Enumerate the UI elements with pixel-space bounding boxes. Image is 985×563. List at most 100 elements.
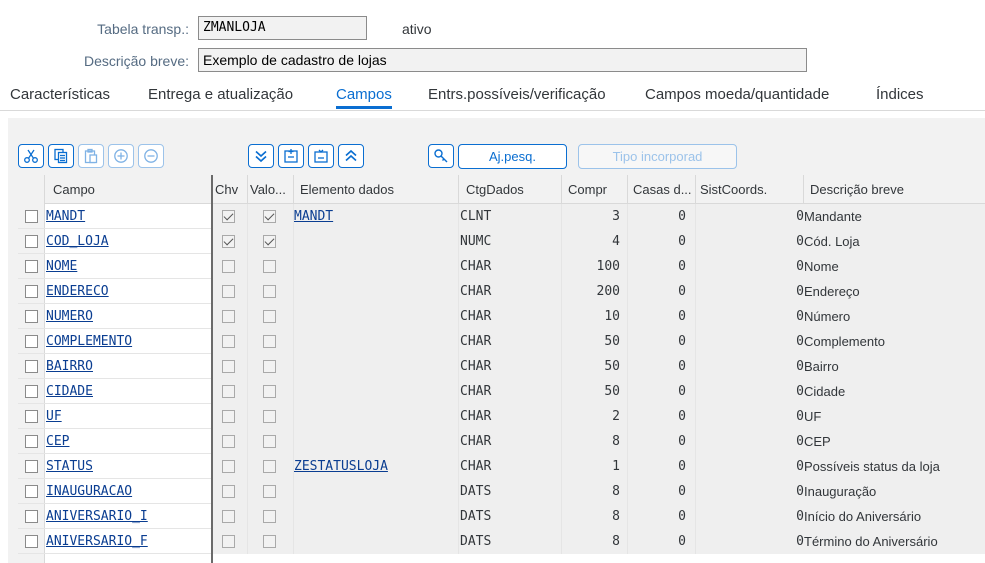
column-header-coordinate[interactable]: SistCoords. bbox=[696, 175, 804, 204]
table-row[interactable]: NUMERO CHAR 10 0 0 Número bbox=[18, 304, 985, 329]
key-checkbox[interactable] bbox=[222, 485, 235, 498]
data-element-cell[interactable] bbox=[294, 504, 459, 529]
data-element-cell[interactable] bbox=[294, 229, 459, 254]
field-name-cell[interactable]: NOME bbox=[45, 254, 212, 279]
copy-icon[interactable] bbox=[48, 144, 74, 168]
row-select-checkbox[interactable] bbox=[25, 510, 38, 523]
key-checkbox[interactable] bbox=[222, 360, 235, 373]
data-element-cell[interactable] bbox=[294, 379, 459, 404]
field-name-cell[interactable]: CEP bbox=[45, 429, 212, 454]
field-name-cell[interactable]: MANDT bbox=[45, 204, 212, 229]
data-element-cell[interactable] bbox=[294, 404, 459, 429]
field-name-link[interactable]: STATUS bbox=[46, 459, 93, 474]
key-checkbox[interactable] bbox=[222, 385, 235, 398]
collapse-all-icon[interactable] bbox=[338, 144, 364, 168]
search-help-button[interactable]: Aj.pesq. bbox=[458, 144, 567, 169]
table-row[interactable]: ENDERECO CHAR 200 0 0 Endereço bbox=[18, 279, 985, 304]
table-name-field[interactable]: ZMANLOJA bbox=[198, 16, 367, 40]
data-element-cell[interactable] bbox=[294, 279, 459, 304]
initial-values-checkbox[interactable] bbox=[263, 235, 276, 248]
short-description-field[interactable]: Exemplo de cadastro de lojas bbox=[198, 48, 807, 72]
row-select-checkbox[interactable] bbox=[25, 235, 38, 248]
data-element-link[interactable]: MANDT bbox=[294, 209, 333, 224]
tab-currency-quantity-fields[interactable]: Campos moeda/quantidade bbox=[645, 86, 829, 103]
initial-values-checkbox[interactable] bbox=[263, 310, 276, 323]
row-select-checkbox[interactable] bbox=[25, 435, 38, 448]
initial-values-checkbox[interactable] bbox=[263, 210, 276, 223]
tab-fields[interactable]: Campos bbox=[336, 86, 392, 109]
table-row[interactable]: ANIVERSARIO_I DATS 8 0 0 Início do Aniversári… bbox=[18, 504, 985, 529]
table-row[interactable]: BAIRRO CHAR 50 0 0 Bairro bbox=[18, 354, 985, 379]
field-name-cell[interactable]: STATUS bbox=[45, 454, 212, 479]
insert-structure-icon[interactable] bbox=[278, 144, 304, 168]
field-name-cell[interactable]: BAIRRO bbox=[45, 354, 212, 379]
row-select-checkbox[interactable] bbox=[25, 360, 38, 373]
key-checkbox[interactable] bbox=[222, 210, 235, 223]
table-row[interactable]: INAUGURACAO DATS 8 0 0 Inauguração bbox=[18, 479, 985, 504]
initial-values-checkbox[interactable] bbox=[263, 485, 276, 498]
data-element-cell[interactable]: MANDT bbox=[294, 204, 459, 229]
row-select-checkbox[interactable] bbox=[25, 285, 38, 298]
table-row[interactable]: CIDADE CHAR 50 0 0 Cidade bbox=[18, 379, 985, 404]
field-name-link[interactable]: INAUGURACAO bbox=[46, 484, 132, 499]
key-checkbox[interactable] bbox=[222, 510, 235, 523]
initial-values-checkbox[interactable] bbox=[263, 260, 276, 273]
row-select-checkbox[interactable] bbox=[25, 485, 38, 498]
column-header-short-description[interactable]: Descrição breve bbox=[804, 175, 985, 204]
key-checkbox[interactable] bbox=[222, 535, 235, 548]
data-element-cell[interactable] bbox=[294, 479, 459, 504]
field-name-link[interactable]: ANIVERSARIO_I bbox=[46, 509, 148, 524]
row-select-checkbox[interactable] bbox=[25, 260, 38, 273]
data-element-cell[interactable] bbox=[294, 529, 459, 554]
column-header-initial-values[interactable]: Valo... bbox=[248, 175, 294, 204]
field-name-link[interactable]: NOME bbox=[46, 259, 77, 274]
data-element-cell[interactable] bbox=[294, 354, 459, 379]
initial-values-checkbox[interactable] bbox=[263, 535, 276, 548]
initial-values-checkbox[interactable] bbox=[263, 360, 276, 373]
table-row[interactable]: ANIVERSARIO_F DATS 8 0 0 Término do Aniversár… bbox=[18, 529, 985, 554]
field-name-link[interactable]: UF bbox=[46, 409, 62, 424]
row-select-checkbox[interactable] bbox=[25, 335, 38, 348]
insert-row-icon[interactable] bbox=[108, 144, 134, 168]
key-checkbox[interactable] bbox=[222, 310, 235, 323]
field-name-link[interactable]: COMPLEMENTO bbox=[46, 334, 132, 349]
field-name-link[interactable]: CIDADE bbox=[46, 384, 93, 399]
field-name-cell[interactable]: COD_LOJA bbox=[45, 229, 212, 254]
table-row[interactable]: UF CHAR 2 0 0 UF bbox=[18, 404, 985, 429]
initial-values-checkbox[interactable] bbox=[263, 410, 276, 423]
field-name-cell[interactable]: ENDERECO bbox=[45, 279, 212, 304]
row-select-checkbox[interactable] bbox=[25, 460, 38, 473]
column-header-decimals[interactable]: Casas d... bbox=[628, 175, 696, 204]
column-header-length[interactable]: Compr bbox=[562, 175, 628, 204]
tab-characteristics[interactable]: Características bbox=[10, 86, 110, 103]
column-header-field[interactable]: Campo bbox=[45, 175, 212, 204]
column-header-key[interactable]: Chv bbox=[212, 175, 248, 204]
initial-values-checkbox[interactable] bbox=[263, 385, 276, 398]
field-name-link[interactable]: BAIRRO bbox=[46, 359, 93, 374]
table-row[interactable]: CEP CHAR 8 0 0 CEP bbox=[18, 429, 985, 454]
field-name-cell[interactable]: NUMERO bbox=[45, 304, 212, 329]
column-header-data-type[interactable]: CtgDados bbox=[459, 175, 562, 204]
field-name-link[interactable]: CEP bbox=[46, 434, 69, 449]
field-name-link[interactable]: ANIVERSARIO_F bbox=[46, 534, 148, 549]
key-checkbox[interactable] bbox=[222, 435, 235, 448]
field-name-cell[interactable]: ANIVERSARIO_F bbox=[45, 529, 212, 554]
table-row[interactable]: NOME CHAR 100 0 0 Nome bbox=[18, 254, 985, 279]
tab-indexes[interactable]: Índices bbox=[876, 86, 924, 103]
table-row[interactable]: MANDT MANDT CLNT 3 0 0 Mandante bbox=[18, 204, 985, 229]
data-element-cell[interactable] bbox=[294, 329, 459, 354]
paste-icon[interactable] bbox=[78, 144, 104, 168]
field-name-cell[interactable]: CIDADE bbox=[45, 379, 212, 404]
delete-row-icon[interactable] bbox=[138, 144, 164, 168]
initial-values-checkbox[interactable] bbox=[263, 335, 276, 348]
key-checkbox[interactable] bbox=[222, 410, 235, 423]
table-row[interactable]: COMPLEMENTO CHAR 50 0 0 Complemento bbox=[18, 329, 985, 354]
row-select-checkbox[interactable] bbox=[25, 385, 38, 398]
expand-all-icon[interactable] bbox=[248, 144, 274, 168]
column-header-data-element[interactable]: Elemento dados bbox=[294, 175, 459, 204]
table-row[interactable]: STATUS ZESTATUSLOJA CHAR 1 0 0 Possíveis statu… bbox=[18, 454, 985, 479]
row-select-checkbox[interactable] bbox=[25, 210, 38, 223]
field-name-link[interactable]: MANDT bbox=[46, 209, 85, 224]
initial-values-checkbox[interactable] bbox=[263, 435, 276, 448]
key-checkbox[interactable] bbox=[222, 285, 235, 298]
